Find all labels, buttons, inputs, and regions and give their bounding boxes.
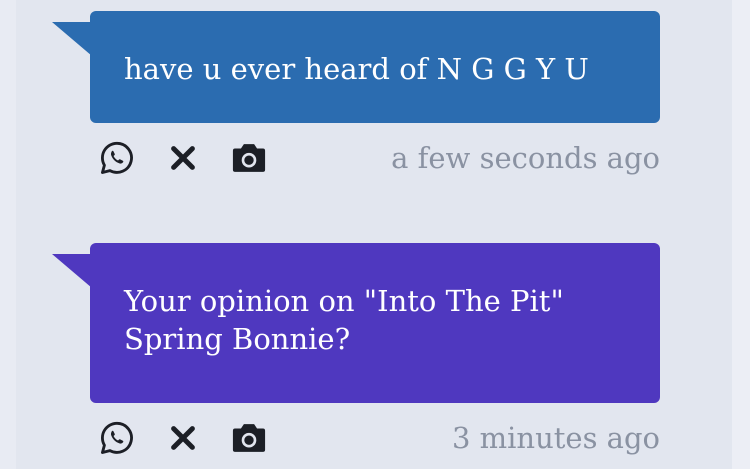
scroll-edge bbox=[732, 0, 750, 469]
message-bubble: Your opinion on "Into The Pit" Spring Bo… bbox=[90, 243, 660, 403]
whatsapp-icon bbox=[101, 421, 133, 454]
share-whatsapp-button[interactable] bbox=[98, 419, 136, 457]
message-timestamp: a few seconds ago bbox=[391, 141, 660, 175]
x-icon bbox=[171, 146, 195, 170]
bubble-tail bbox=[52, 254, 92, 288]
message-bubble: have u ever heard of N G G Y U bbox=[90, 11, 660, 123]
message-text-line-1: Your opinion on "Into The Pit" bbox=[124, 284, 564, 318]
share-whatsapp-button[interactable] bbox=[98, 139, 136, 177]
x-icon bbox=[171, 426, 195, 450]
whatsapp-icon bbox=[101, 141, 133, 174]
message-actions bbox=[98, 416, 268, 460]
bubble-tail bbox=[52, 22, 92, 56]
camera-icon bbox=[232, 424, 266, 452]
share-x-button[interactable] bbox=[164, 419, 202, 457]
share-x-button[interactable] bbox=[164, 139, 202, 177]
message-timestamp: 3 minutes ago bbox=[451, 421, 660, 455]
message-actions bbox=[98, 136, 268, 180]
camera-icon bbox=[232, 144, 266, 172]
screenshot-button[interactable] bbox=[230, 139, 268, 177]
message-text: have u ever heard of N G G Y U bbox=[124, 52, 589, 86]
message-text-line-2: Spring Bonnie? bbox=[124, 322, 351, 356]
screenshot-button[interactable] bbox=[230, 419, 268, 457]
